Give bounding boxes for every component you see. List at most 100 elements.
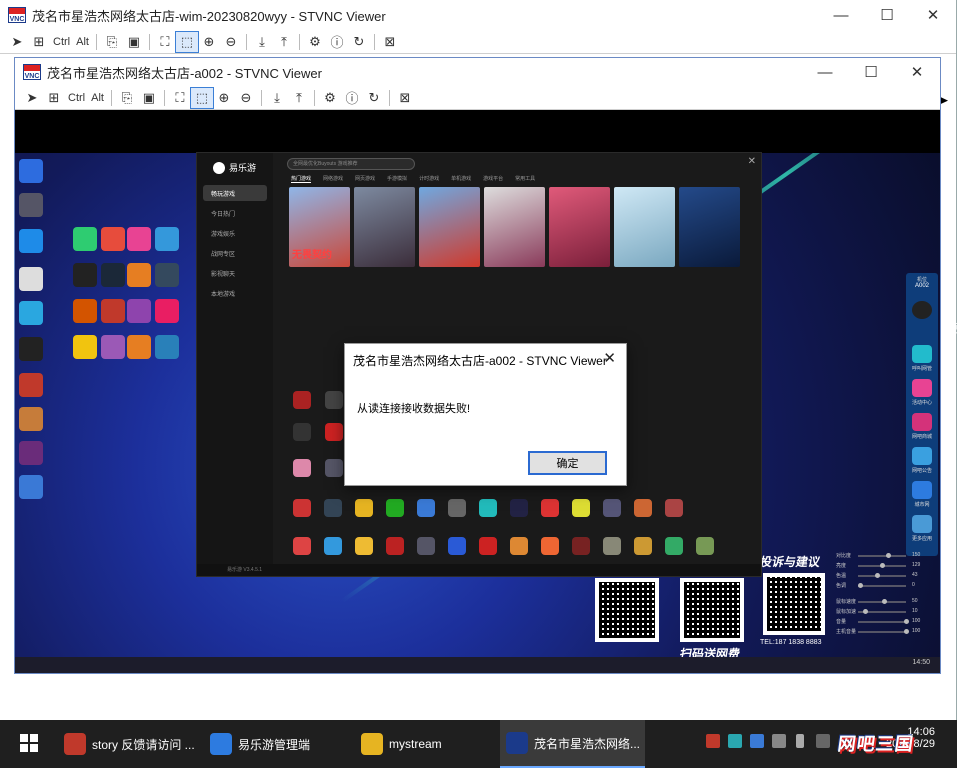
game-icon[interactable] bbox=[696, 537, 714, 555]
inner-titlebar[interactable]: 茂名市星浩杰网络太古店-a002 - STVNC Viewer — ☐ ✕ bbox=[15, 58, 940, 86]
refresh-icon[interactable]: ↻ bbox=[348, 32, 370, 52]
slider-knob[interactable] bbox=[882, 599, 887, 604]
game-icon[interactable] bbox=[386, 499, 404, 517]
desktop-icon[interactable] bbox=[19, 337, 43, 361]
desktop-icon[interactable] bbox=[101, 227, 125, 251]
desktop-icon[interactable] bbox=[73, 227, 97, 251]
game-icon[interactable] bbox=[541, 499, 559, 517]
slider-knob[interactable] bbox=[904, 629, 909, 634]
game-banner[interactable]: 无畏契约 bbox=[289, 187, 350, 267]
slider-row[interactable]: 主机音量 100 bbox=[836, 628, 930, 636]
desktop-icon[interactable] bbox=[127, 335, 151, 359]
game-icon[interactable] bbox=[572, 537, 590, 555]
game-icon[interactable] bbox=[479, 537, 497, 555]
taskbar-item[interactable]: mystream bbox=[355, 720, 495, 768]
game-banner[interactable] bbox=[679, 187, 740, 267]
game-banner[interactable] bbox=[354, 187, 415, 267]
actual-size-icon[interactable]: ⬚ bbox=[189, 86, 214, 109]
settings-icon[interactable]: ⚙ bbox=[319, 88, 341, 108]
ctrl-key-button[interactable]: Ctrl bbox=[65, 88, 88, 108]
city-net-icon[interactable] bbox=[912, 481, 932, 499]
app-tab[interactable]: 网页游戏 bbox=[355, 175, 375, 183]
announcement-icon[interactable] bbox=[912, 447, 932, 465]
desktop-icon[interactable] bbox=[155, 335, 179, 359]
usb-icon[interactable] bbox=[796, 734, 804, 748]
remote-taskbar[interactable]: 14:50 bbox=[15, 657, 940, 673]
desktop-icon[interactable] bbox=[19, 441, 43, 465]
game-icon[interactable] bbox=[417, 537, 435, 555]
windows-key-icon[interactable]: ⊞ bbox=[28, 32, 50, 52]
tray-icon[interactable] bbox=[728, 734, 742, 748]
avatar[interactable] bbox=[912, 301, 932, 319]
outer-maximize-button[interactable]: ☐ bbox=[864, 0, 910, 30]
clipboard-icon[interactable]: ⎘ bbox=[101, 32, 123, 52]
taskbar-item[interactable]: 易乐游管理端 bbox=[204, 720, 344, 768]
outer-titlebar[interactable]: 茂名市星浩杰网络太古店-wim-20230820wyy - STVNC View… bbox=[0, 0, 956, 30]
game-icon[interactable] bbox=[448, 499, 466, 517]
outer-close-button[interactable]: ✕ bbox=[910, 0, 956, 30]
game-icon[interactable] bbox=[634, 537, 652, 555]
refresh-icon[interactable]: ↻ bbox=[363, 88, 385, 108]
taskbar-item[interactable]: story 反馈请访问 ... bbox=[58, 720, 198, 768]
nav-item[interactable]: 本地游戏 bbox=[203, 285, 267, 301]
download-icon[interactable]: ⤓ bbox=[251, 32, 273, 52]
tray-icon[interactable] bbox=[750, 734, 764, 748]
upload-icon[interactable]: ⤒ bbox=[288, 88, 310, 108]
game-icon[interactable] bbox=[325, 391, 343, 409]
desktop-icon[interactable] bbox=[19, 475, 43, 499]
slider-knob[interactable] bbox=[880, 563, 885, 568]
desktop-icon[interactable] bbox=[127, 263, 151, 287]
slider-row[interactable]: 音量 100 bbox=[836, 618, 930, 626]
game-icon[interactable] bbox=[572, 499, 590, 517]
desktop-icon[interactable] bbox=[19, 267, 43, 291]
game-banner[interactable] bbox=[419, 187, 480, 267]
desktop-icon[interactable] bbox=[73, 335, 97, 359]
ok-button[interactable]: 确定 bbox=[528, 451, 607, 475]
nav-item[interactable]: 游戏娱乐 bbox=[203, 225, 267, 241]
desktop-icon[interactable] bbox=[19, 229, 43, 253]
slider-row[interactable]: 对比度 150 bbox=[836, 552, 930, 560]
zoom-in-icon[interactable]: ⊕ bbox=[213, 88, 235, 108]
send-icon[interactable]: ➤ bbox=[21, 88, 43, 108]
game-icon[interactable] bbox=[293, 391, 311, 409]
inner-minimize-button[interactable]: — bbox=[802, 57, 848, 87]
game-icon[interactable] bbox=[293, 499, 311, 517]
network-icon[interactable] bbox=[816, 734, 830, 748]
app-tab[interactable]: 常用工具 bbox=[515, 175, 535, 183]
slider-row[interactable]: 色调 0 bbox=[836, 582, 930, 590]
download-icon[interactable]: ⤓ bbox=[266, 88, 288, 108]
taskbar-item[interactable]: 茂名市星浩杰网络... bbox=[500, 720, 645, 768]
zoom-out-icon[interactable]: ⊖ bbox=[220, 32, 242, 52]
slider-row[interactable]: 鼠标速度 50 bbox=[836, 598, 930, 606]
game-icon[interactable] bbox=[325, 459, 343, 477]
zoom-out-icon[interactable]: ⊖ bbox=[235, 88, 257, 108]
game-icon[interactable] bbox=[324, 499, 342, 517]
tray-icon[interactable] bbox=[772, 734, 786, 748]
game-icon[interactable] bbox=[417, 499, 435, 517]
disconnect-icon[interactable]: ⊠ bbox=[379, 32, 401, 52]
slider-row[interactable]: 鼠标加速 10 bbox=[836, 608, 930, 616]
activity-center-icon[interactable] bbox=[912, 379, 932, 397]
nav-item[interactable]: 战网专区 bbox=[203, 245, 267, 261]
game-icon[interactable] bbox=[634, 499, 652, 517]
app-tab[interactable]: 计时游戏 bbox=[419, 175, 439, 183]
desktop-icon[interactable] bbox=[73, 263, 97, 287]
game-icon[interactable] bbox=[386, 537, 404, 555]
slider-knob[interactable] bbox=[904, 619, 909, 624]
slider-knob[interactable] bbox=[858, 583, 863, 588]
shop-icon[interactable] bbox=[912, 413, 932, 431]
app-close-button[interactable]: ✕ bbox=[748, 156, 756, 167]
slider-knob[interactable] bbox=[863, 609, 868, 614]
desktop-icon[interactable] bbox=[101, 335, 125, 359]
game-banner[interactable] bbox=[484, 187, 545, 267]
desktop-icon[interactable] bbox=[127, 227, 151, 251]
send-icon[interactable]: ➤ bbox=[6, 32, 28, 52]
desktop-icon[interactable] bbox=[19, 193, 43, 217]
nav-item[interactable]: 今日热门 bbox=[203, 205, 267, 221]
game-icon[interactable] bbox=[510, 537, 528, 555]
game-icon[interactable] bbox=[293, 423, 311, 441]
info-icon[interactable]: ⓘ bbox=[341, 88, 363, 108]
call-admin-icon[interactable] bbox=[912, 345, 932, 363]
game-icon[interactable] bbox=[448, 537, 466, 555]
settings-icon[interactable]: ⚙ bbox=[304, 32, 326, 52]
